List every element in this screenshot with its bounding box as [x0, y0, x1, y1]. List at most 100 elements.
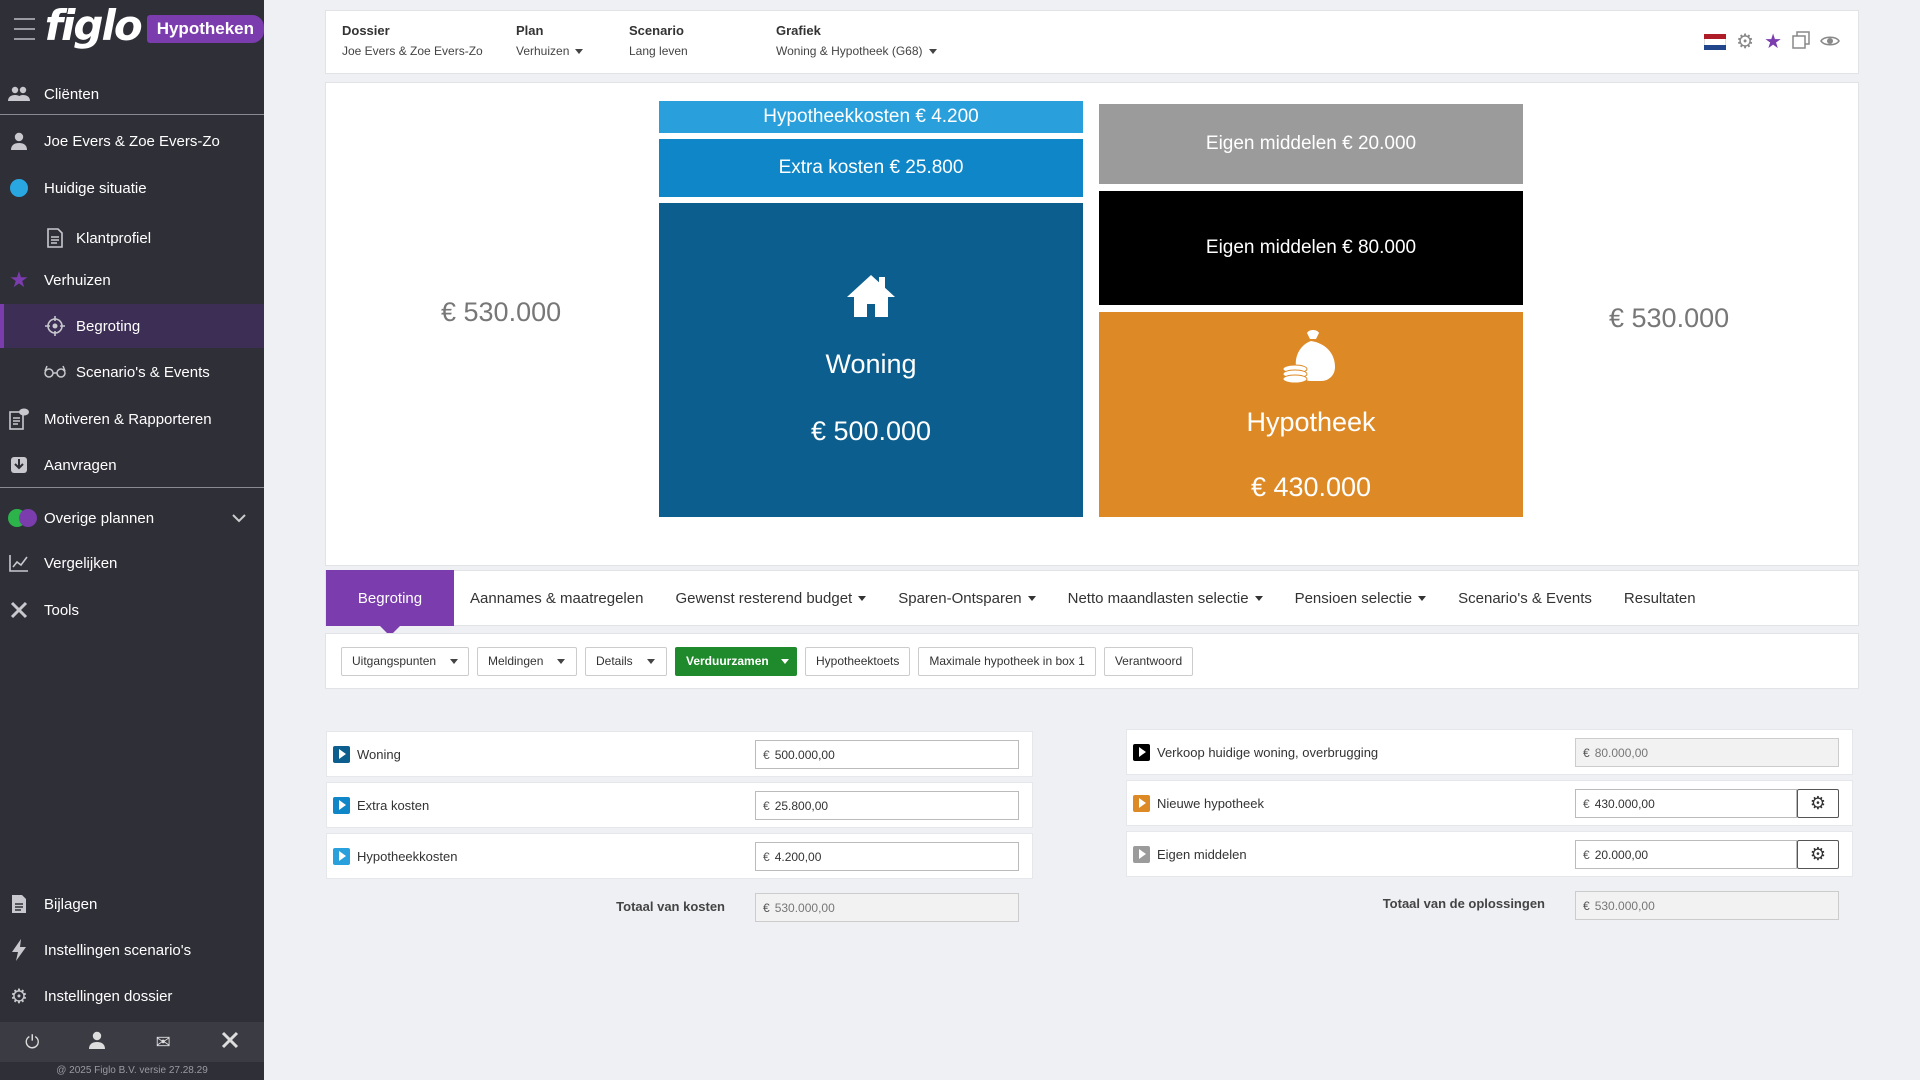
- sidebar-item-vergelijken[interactable]: Vergelijken: [0, 541, 264, 585]
- version-text: @ 2025 Figlo B.V. versie 27.28.29: [56, 1065, 208, 1076]
- eye-icon[interactable]: [1820, 32, 1840, 52]
- woning-input[interactable]: €500.000,00: [755, 740, 1019, 769]
- sidebar-item-scenarios-events[interactable]: Scenario's & Events: [0, 350, 264, 394]
- button-label: Verantwoord: [1114, 654, 1183, 668]
- sidebar-item-klantprofiel[interactable]: Klantprofiel: [0, 216, 264, 260]
- meldingen-dropdown[interactable]: Meldingen: [477, 646, 577, 676]
- sub-toolbar: Uitgangspunten Meldingen Details Verduur…: [325, 633, 1859, 689]
- eigen-middelen-overbrugging-block[interactable]: Eigen middelen € 80.000: [1099, 191, 1523, 305]
- play-icon[interactable]: [1133, 743, 1150, 761]
- sidebar-item-tools[interactable]: Tools: [0, 588, 264, 632]
- cost-row-hypotheekkosten: Hypotheekkosten €4.200,00: [326, 833, 1033, 879]
- sidebar-item-instellingen-scenarios[interactable]: Instellingen scenario's: [0, 928, 264, 972]
- extra-kosten-input[interactable]: €25.800,00: [755, 791, 1019, 820]
- hypotheektoets-button[interactable]: Hypotheektoets: [805, 646, 911, 676]
- tab-gewenst-resterend-budget[interactable]: Gewenst resterend budget: [659, 570, 882, 626]
- hamburger-menu-icon[interactable]: [14, 18, 35, 40]
- caret-down-icon: [1027, 595, 1036, 601]
- hypotheekkosten-input[interactable]: €4.200,00: [755, 842, 1019, 871]
- sidebar-item-overige-plannen[interactable]: Overige plannen: [0, 496, 264, 540]
- button-label: Details: [596, 654, 633, 668]
- tab-label: Aannames & maatregelen: [470, 589, 644, 607]
- tab-resultaten[interactable]: Resultaten: [1608, 570, 1712, 626]
- tab-begroting[interactable]: Begroting: [326, 570, 454, 636]
- hypotheek-settings-button[interactable]: ⚙: [1797, 789, 1839, 818]
- chevron-down-icon[interactable]: [232, 510, 246, 526]
- verduurzamen-dropdown[interactable]: Verduurzamen: [675, 646, 797, 676]
- plan-selector[interactable]: Plan Verhuizen: [516, 23, 584, 58]
- tab-pensioen-selectie[interactable]: Pensioen selectie: [1279, 570, 1443, 626]
- tab-label: Scenario's & Events: [1458, 589, 1592, 607]
- gear-icon[interactable]: ⚙: [1736, 32, 1754, 52]
- solution-label: Verkoop huidige woning, overbrugging: [1157, 744, 1379, 760]
- gears-icon: ⚙: [1809, 844, 1827, 864]
- sidebar-item-label: Bijlagen: [44, 895, 98, 913]
- solution-label: Eigen middelen: [1157, 846, 1247, 862]
- tab-netto-maandlasten-selectie[interactable]: Netto maandlasten selectie: [1052, 570, 1279, 626]
- eigen-middelen-settings-button[interactable]: ⚙: [1797, 840, 1839, 869]
- total-costs-label: Totaal van kosten: [616, 899, 725, 914]
- copy-icon[interactable]: [1792, 31, 1810, 53]
- eigen-middelen-block[interactable]: Eigen middelen € 20.000: [1099, 104, 1523, 184]
- button-label: Maximale hypotheek in box 1: [929, 654, 1085, 668]
- grafiek-selector[interactable]: Grafiek Woning & Hypotheek (G68): [776, 23, 937, 58]
- tab-aannames-maatregelen[interactable]: Aannames & maatregelen: [454, 570, 659, 626]
- grafiek-value: Woning & Hypotheek (G68): [776, 44, 923, 58]
- dossier-info: Dossier Joe Evers & Zoe Evers-Zo: [342, 23, 483, 58]
- button-label: Verduurzamen: [686, 654, 769, 668]
- plan-dropdown[interactable]: Verhuizen: [516, 44, 584, 58]
- plan-value: Verhuizen: [516, 44, 570, 58]
- power-icon[interactable]: ⏻: [25, 1032, 39, 1053]
- star-icon[interactable]: ★: [1764, 32, 1782, 52]
- sidebar-item-instellingen-dossier[interactable]: ⚙ Instellingen dossier: [0, 974, 264, 1018]
- play-icon[interactable]: [1133, 794, 1150, 812]
- extra-kosten-block[interactable]: Extra kosten € 25.800: [659, 139, 1083, 197]
- envelope-icon[interactable]: ✉: [156, 1032, 171, 1053]
- maximale-hypotheek-button[interactable]: Maximale hypotheek in box 1: [918, 646, 1096, 676]
- hypotheek-block[interactable]: Hypotheek € 430.000: [1099, 312, 1523, 517]
- sidebar-item-motiveren-rapporteren[interactable]: Motiveren & Rapporteren: [0, 397, 264, 441]
- sidebar-item-clienten[interactable]: Cliënten: [0, 72, 264, 116]
- currency-symbol: €: [1583, 898, 1590, 913]
- nieuwe-hypotheek-input[interactable]: €430.000,00: [1575, 789, 1797, 818]
- total-solutions-input: €530.000,00: [1575, 891, 1839, 920]
- sidebar-item-label: Overige plannen: [44, 509, 155, 527]
- product-badge: Hypotheken: [146, 15, 264, 43]
- verantwoord-button[interactable]: Verantwoord: [1103, 646, 1194, 676]
- sidebar-item-client-name[interactable]: Joe Evers & Zoe Evers-Zo: [0, 119, 264, 163]
- caret-down-icon: [780, 658, 789, 664]
- eigen-middelen-input[interactable]: €20.000,00: [1575, 840, 1797, 869]
- details-dropdown[interactable]: Details: [585, 646, 667, 676]
- sidebar-item-aanvragen[interactable]: Aanvragen: [0, 443, 264, 487]
- tab-label: Pensioen selectie: [1294, 589, 1413, 607]
- input-value: 530.000,00: [774, 900, 835, 915]
- total-costs-input: €530.000,00: [755, 893, 1019, 922]
- dossier-header: Dossier Joe Evers & Zoe Evers-Zo Plan Ve…: [325, 10, 1859, 74]
- users-icon: [8, 83, 30, 105]
- sidebar-item-begroting[interactable]: Begroting: [0, 304, 264, 348]
- tab-sparen-ontsparen[interactable]: Sparen-Ontsparen: [882, 570, 1051, 626]
- sidebar-item-label: Aanvragen: [44, 456, 117, 474]
- sidebar-item-huidige-situatie[interactable]: Huidige situatie: [0, 166, 264, 210]
- caret-down-icon: [450, 658, 459, 664]
- uitgangspunten-dropdown[interactable]: Uitgangspunten: [341, 646, 469, 676]
- woning-block[interactable]: Woning € 500.000: [659, 203, 1083, 517]
- sidebar-item-bijlagen[interactable]: Bijlagen: [0, 882, 264, 926]
- dossier-value: Joe Evers & Zoe Evers-Zo: [342, 44, 483, 58]
- dutch-flag-icon[interactable]: [1704, 34, 1727, 50]
- play-icon[interactable]: [1133, 845, 1150, 863]
- total-solutions-label: Totaal van de oplossingen: [1382, 896, 1545, 911]
- sidebar-item-verhuizen[interactable]: ★ Verhuizen: [0, 258, 264, 302]
- hypotheekkosten-block[interactable]: Hypotheekkosten € 4.200: [659, 101, 1083, 133]
- play-icon[interactable]: [333, 796, 350, 814]
- solution-row-verkoop: Verkoop huidige woning, overbrugging €80…: [1126, 729, 1853, 775]
- tab-scenarios-events[interactable]: Scenario's & Events: [1442, 570, 1608, 626]
- tools-icon[interactable]: [221, 1031, 239, 1054]
- user-icon[interactable]: [89, 1031, 106, 1054]
- header-icons: ⚙ ★: [1704, 31, 1840, 53]
- play-icon[interactable]: [333, 847, 350, 865]
- grafiek-dropdown[interactable]: Woning & Hypotheek (G68): [776, 44, 937, 58]
- tools-icon: [8, 599, 30, 621]
- play-icon[interactable]: [333, 745, 350, 763]
- button-label: Uitgangspunten: [352, 654, 437, 668]
